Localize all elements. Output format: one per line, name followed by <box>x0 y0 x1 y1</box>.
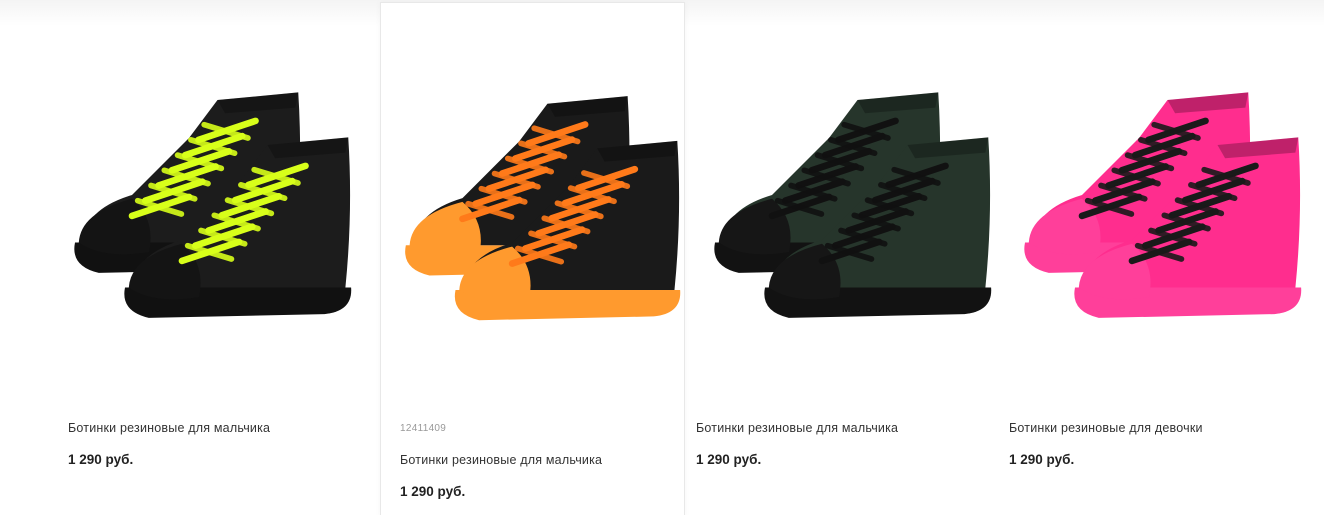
product-card-hovered[interactable]: 12411409 Ботинки резиновые для мальчика … <box>380 2 685 515</box>
product-price: 1 290 руб. <box>696 452 762 467</box>
product-title[interactable]: Ботинки резиновые для девочки <box>1009 421 1203 435</box>
product-price: 1 290 руб. <box>1009 452 1075 467</box>
shoe-image <box>714 92 992 318</box>
product-sku: 12411409 <box>400 423 447 434</box>
shoe-image <box>1024 92 1302 318</box>
product-price: 1 290 руб. <box>400 484 466 499</box>
product-grid: Ботинки резиновые для мальчика 1 290 руб… <box>0 0 1324 515</box>
product-title[interactable]: Ботинки резиновые для мальчика <box>400 453 602 467</box>
product-card[interactable]: Ботинки резиновые для мальчика 1 290 руб… <box>50 0 370 515</box>
product-card[interactable]: Ботинки резиновые для девочки 1 290 руб. <box>1000 0 1324 515</box>
product-image[interactable] <box>690 60 1000 360</box>
product-image[interactable] <box>50 60 370 360</box>
product-title[interactable]: Ботинки резиновые для мальчика <box>696 421 898 435</box>
product-price: 1 290 руб. <box>68 452 134 467</box>
product-image[interactable] <box>381 63 684 363</box>
product-card[interactable]: Ботинки резиновые для мальчика 1 290 руб… <box>690 0 1000 515</box>
product-title[interactable]: Ботинки резиновые для мальчика <box>68 421 270 435</box>
product-image[interactable] <box>1000 60 1324 360</box>
shoe-image <box>74 92 352 318</box>
shoe-image <box>405 96 681 321</box>
